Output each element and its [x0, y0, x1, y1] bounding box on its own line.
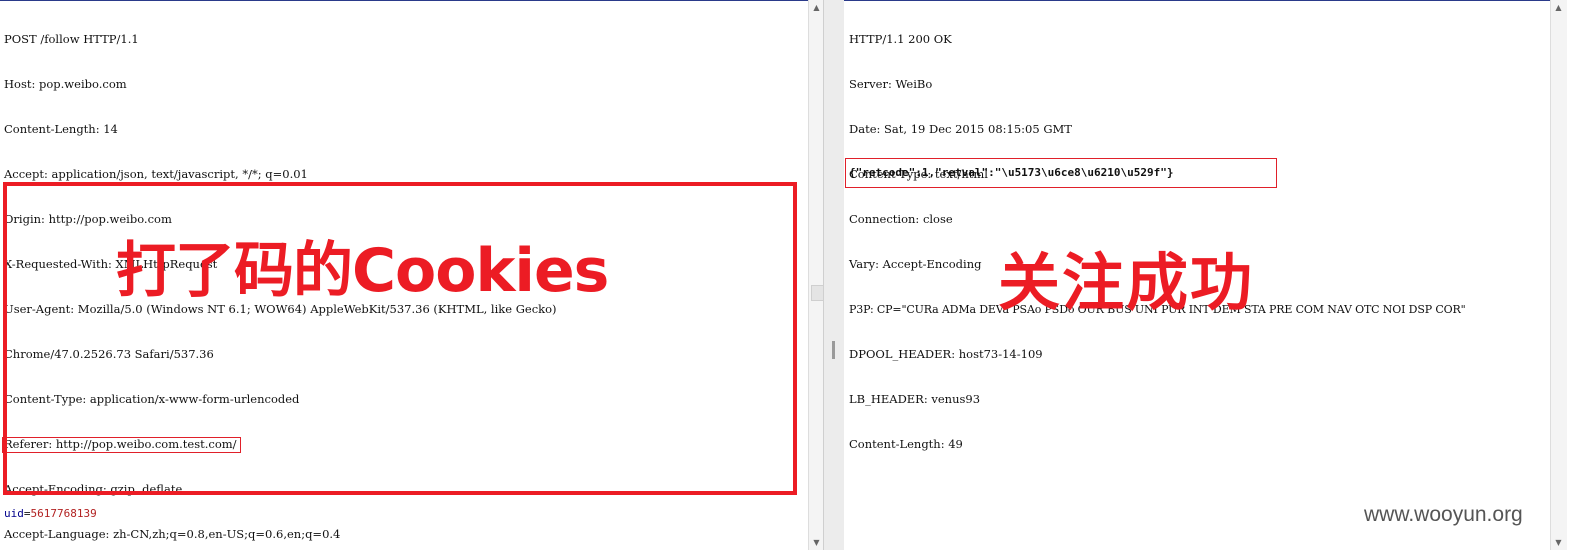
response-scrollbar[interactable]: ▲ ▼	[1550, 0, 1567, 550]
request-line: POST /follow HTTP/1.1	[4, 32, 139, 46]
pane-top-border	[0, 0, 808, 1]
scroll-up-arrow-icon[interactable]: ▲	[809, 0, 824, 15]
scroll-up-arrow-icon[interactable]: ▲	[1551, 0, 1566, 15]
response-line: Server: WeiBo	[849, 77, 933, 91]
request-body: uid=5617768139	[4, 507, 97, 520]
body-param-value: 5617768139	[30, 507, 97, 520]
scroll-down-arrow-icon[interactable]: ▼	[809, 535, 824, 550]
request-line: Accept: application/json, text/javascrip…	[4, 167, 308, 181]
splitter-grip-icon[interactable]	[832, 341, 835, 359]
response-body-json: {"retcode":1,"retval":"\u5173\u6ce8\u621…	[849, 166, 1174, 179]
response-line: Connection: close	[849, 212, 953, 226]
watermark: www.wooyun.org	[1364, 503, 1523, 526]
request-line: Content-Length: 14	[4, 122, 118, 136]
success-annotation: 关注成功	[998, 246, 1255, 319]
body-param-eq: =	[23, 507, 31, 520]
pane-top-border	[844, 0, 1550, 1]
response-line: DPOOL_HEADER: host73-14-109	[849, 347, 1043, 361]
body-param-key: uid	[4, 507, 24, 520]
scroll-down-arrow-icon[interactable]: ▼	[1551, 535, 1566, 550]
response-line: Date: Sat, 19 Dec 2015 08:15:05 GMT	[849, 122, 1072, 136]
response-line: LB_HEADER: venus93	[849, 392, 981, 406]
request-scrollbar[interactable]: ▲ ▼	[808, 0, 824, 550]
cookies-annotation: 打了码的Cookies	[116, 236, 609, 306]
request-line: Host: pop.weibo.com	[4, 77, 127, 91]
pane-splitter[interactable]	[823, 0, 846, 550]
request-line: Accept-Language: zh-CN,zh;q=0.8,en-US;q=…	[4, 527, 341, 541]
response-line: Content-Length: 49	[849, 437, 963, 451]
response-line: HTTP/1.1 200 OK	[849, 32, 952, 46]
